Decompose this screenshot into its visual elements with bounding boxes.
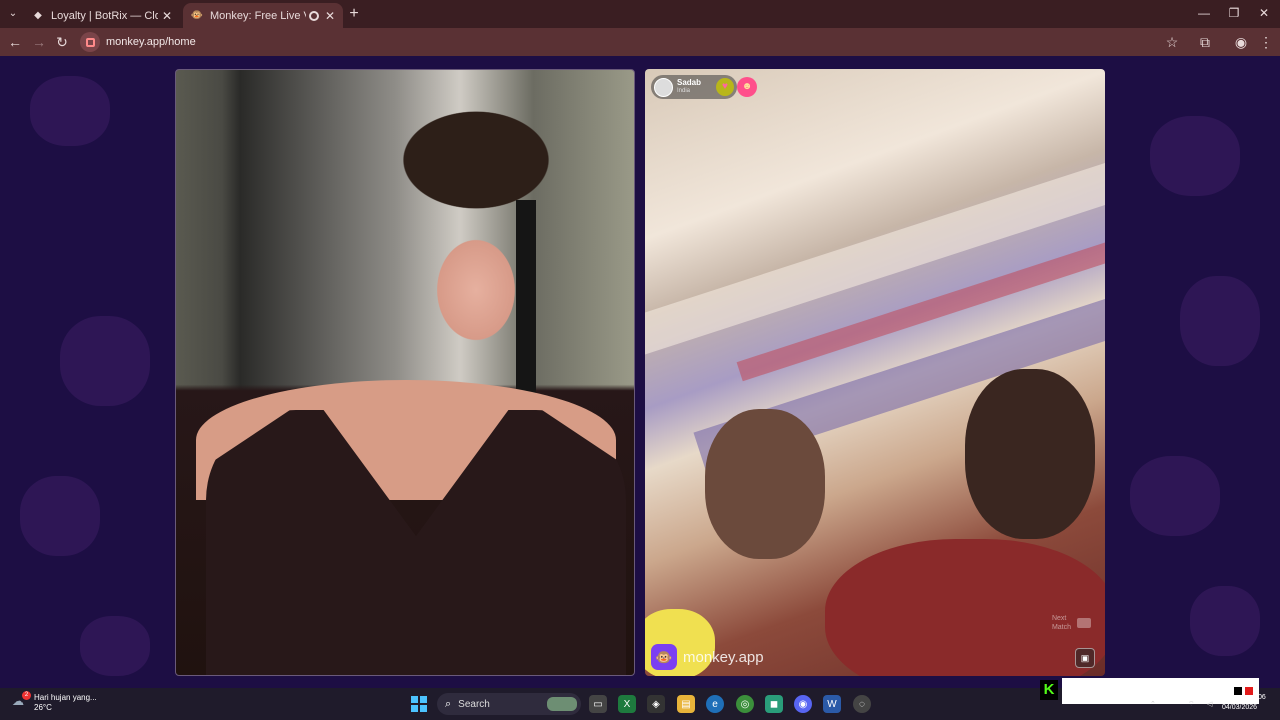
remote-user-name: Sadab	[677, 78, 702, 87]
weather-widget[interactable]: ☁ 2 Hari hujan yang... 26°C	[12, 691, 97, 713]
background-blob	[20, 476, 100, 556]
chrome-icon[interactable]: ◎	[736, 695, 754, 713]
rain-cloud-icon: ☁ 2	[12, 691, 31, 712]
next-match-icon[interactable]	[1077, 618, 1091, 628]
tab-monkey[interactable]: 🐵 Monkey: Free Live Video Ch ✕	[183, 3, 343, 28]
tab-search-chevron-icon[interactable]: ⌄	[5, 6, 21, 22]
kick-logo-icon: K	[1040, 680, 1058, 700]
background-blob	[1130, 456, 1220, 536]
temperature: 26°C	[34, 703, 52, 712]
remote-user-country: India	[677, 88, 691, 94]
profile-avatar[interactable]: ◉	[1232, 33, 1250, 51]
clock-date[interactable]: 04/03/2026	[1222, 704, 1257, 711]
bookmark-star-icon[interactable]: ☆	[1163, 33, 1181, 51]
local-video	[175, 69, 635, 676]
remote-person-shirt	[825, 539, 1105, 676]
discord-icon[interactable]: ◉	[794, 695, 812, 713]
word-icon[interactable]: W	[823, 695, 841, 713]
kick-overlay-bar	[1062, 678, 1259, 704]
heart-icon[interactable]: ♥	[716, 78, 734, 96]
remote-person	[705, 409, 825, 559]
excel-icon[interactable]: X	[618, 695, 636, 713]
remote-person	[965, 369, 1095, 539]
monkey-brand: 🐵 monkey.app	[651, 644, 764, 670]
next-match-button[interactable]: Next Match	[1052, 614, 1071, 632]
botrix-favicon-icon: ◆	[34, 10, 42, 21]
task-view-icon[interactable]: ▭	[589, 695, 607, 713]
tab-title: Loyalty | BotRix — Cloud Stream	[51, 9, 158, 22]
mask-badge-icon[interactable]: ☻	[737, 77, 757, 97]
remote-video: Sadab India ♥ ☻ 🐵 monkey.app Next Match …	[645, 69, 1105, 676]
next-match-label: Next	[1051, 615, 1067, 622]
search-icon: ⌕	[445, 697, 452, 710]
notification-badge: 2	[22, 691, 31, 700]
reload-button[interactable]: ↻	[53, 33, 71, 51]
weather-text: Hari hujan yang...	[34, 693, 97, 702]
search-highlight-image	[547, 697, 577, 711]
clock-time[interactable]: 06	[1258, 694, 1266, 701]
windows-start-icon[interactable]	[410, 695, 428, 713]
taskbar-search[interactable]: ⌕ Search	[437, 693, 581, 715]
browser-menu-icon[interactable]: ⋮	[1257, 33, 1275, 51]
background-blob	[1180, 276, 1260, 366]
url-text: monkey.app/home	[106, 36, 196, 48]
tab-title: Monkey: Free Live Video Ch	[210, 9, 306, 22]
background-door	[516, 200, 536, 410]
tab-strip: ⌄ ◆ Loyalty | BotRix — Cloud Stream ✕ 🐵 …	[0, 0, 1280, 28]
background-blob	[60, 316, 150, 406]
search-label: Search	[458, 698, 490, 710]
app-icon[interactable]: ◼	[765, 695, 783, 713]
background-blob	[1150, 116, 1240, 196]
overlay-marker	[1245, 687, 1253, 695]
wifi-icon[interactable]: ⌔	[1188, 700, 1195, 709]
address-bar[interactable]: monkey.app/home	[80, 31, 1190, 53]
monkey-page: Sadab India ♥ ☻ 🐵 monkey.app Next Match …	[0, 56, 1280, 688]
file-explorer-icon[interactable]: ▤	[677, 695, 695, 713]
background-blob	[1190, 586, 1260, 656]
recording-indicator-icon	[308, 10, 319, 21]
restore-icon[interactable]: ❐	[1224, 6, 1244, 20]
close-window-icon[interactable]: ✕	[1254, 6, 1274, 20]
site-info-icon[interactable]	[80, 32, 100, 52]
minimize-icon[interactable]: —	[1194, 6, 1214, 20]
monkey-logo-icon: 🐵	[651, 644, 677, 670]
next-match-label: Match	[1051, 624, 1071, 631]
background-blob	[30, 76, 110, 146]
forward-button[interactable]: →	[30, 33, 48, 51]
remote-user-badge[interactable]: Sadab India ♥	[651, 75, 737, 99]
back-button[interactable]: ←	[6, 33, 24, 51]
extensions-icon[interactable]: ⧉	[1196, 33, 1214, 51]
volume-icon[interactable]: ◁	[1207, 700, 1212, 708]
browser-toolbar: ← → ↻ monkey.app/home ☆ ⧉ ◉ ⋮	[0, 28, 1280, 56]
close-tab-icon[interactable]: ✕	[162, 9, 172, 23]
brand-text: monkey.app	[683, 648, 764, 666]
new-tab-button[interactable]: +	[346, 5, 362, 23]
app-icon[interactable]: ◈	[647, 695, 665, 713]
report-button[interactable]: ▣	[1075, 648, 1095, 668]
monkey-favicon-icon: 🐵	[190, 10, 204, 21]
tab-botrix[interactable]: ◆ Loyalty | BotRix — Cloud Stream ✕	[24, 3, 180, 28]
tray-chevron-icon[interactable]: ⌃	[1150, 700, 1156, 708]
avatar	[654, 77, 673, 97]
edge-icon[interactable]: e	[706, 695, 724, 713]
overlay-marker	[1234, 687, 1242, 695]
close-tab-icon[interactable]: ✕	[325, 9, 335, 23]
background-blob	[80, 616, 150, 676]
app-icon[interactable]: ◌	[853, 695, 871, 713]
